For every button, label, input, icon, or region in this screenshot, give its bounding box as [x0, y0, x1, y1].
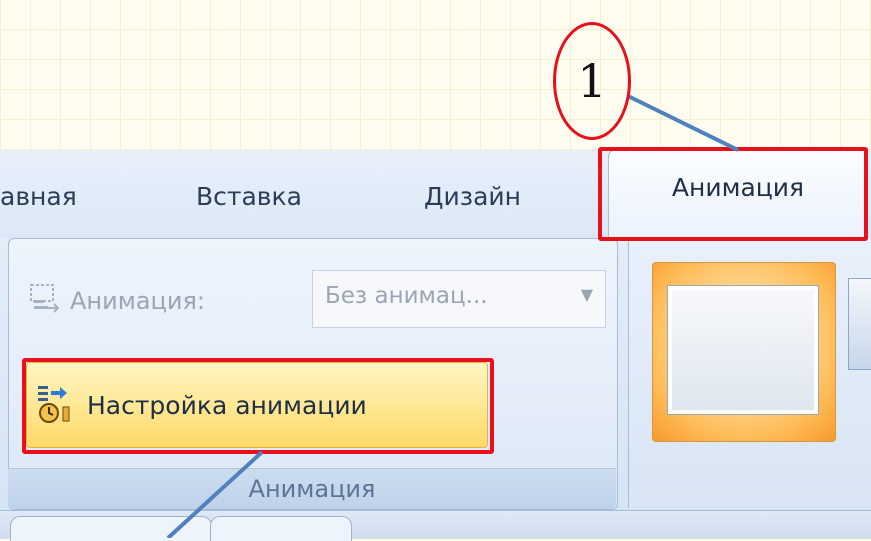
step-marker: 1 [553, 22, 631, 140]
annotation-arrows [166, 94, 739, 538]
